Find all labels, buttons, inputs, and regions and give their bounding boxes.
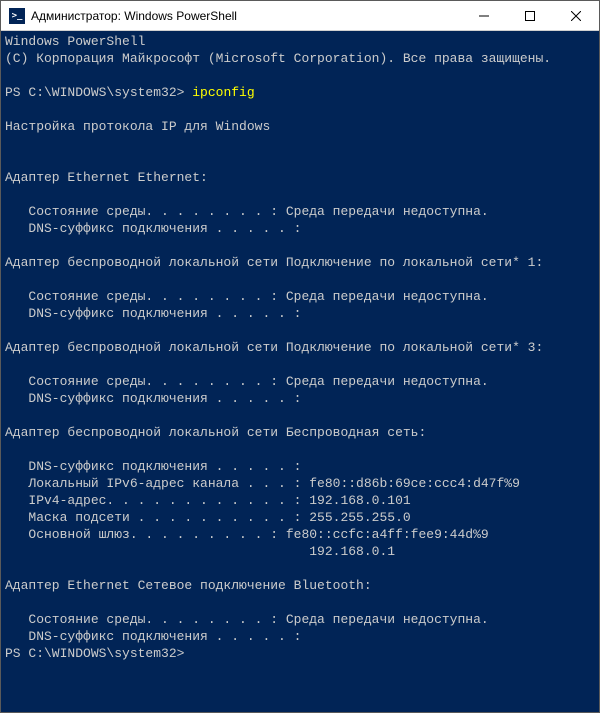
adapter-row: DNS-суффикс подключения . . . . . : — [5, 458, 595, 475]
maximize-button[interactable] — [507, 1, 553, 30]
blank-line — [5, 322, 595, 339]
powershell-window: >_ Администратор: Windows PowerShell Win… — [0, 0, 600, 713]
blank-line — [5, 594, 595, 611]
blank-line — [5, 560, 595, 577]
adapter-header: Адаптер беспроводной локальной сети Подк… — [5, 254, 595, 271]
adapter-row: DNS-суффикс подключения . . . . . : — [5, 220, 595, 237]
close-button[interactable] — [553, 1, 599, 30]
adapter-header: Адаптер беспроводной локальной сети Бесп… — [5, 424, 595, 441]
window-title: Администратор: Windows PowerShell — [31, 9, 461, 23]
terminal-output[interactable]: Windows PowerShell(С) Корпорация Майкрос… — [1, 31, 599, 712]
titlebar[interactable]: >_ Администратор: Windows PowerShell — [1, 1, 599, 31]
adapter-row: Состояние среды. . . . . . . . : Среда п… — [5, 203, 595, 220]
prompt: PS C:\WINDOWS\system32> — [5, 85, 192, 100]
command-text: ipconfig — [192, 85, 254, 100]
final-prompt: PS C:\WINDOWS\system32> — [5, 645, 595, 662]
minimize-icon — [479, 11, 489, 21]
blank-line — [5, 186, 595, 203]
blank-line — [5, 67, 595, 84]
blank-line — [5, 271, 595, 288]
adapter-header: Адаптер Ethernet Ethernet: — [5, 169, 595, 186]
maximize-icon — [525, 11, 535, 21]
powershell-icon: >_ — [9, 8, 25, 24]
blank-line — [5, 152, 595, 169]
ipconfig-title: Настройка протокола IP для Windows — [5, 118, 595, 135]
ps-header: Windows PowerShell — [5, 33, 595, 50]
adapter-row: Состояние среды. . . . . . . . : Среда п… — [5, 611, 595, 628]
close-icon — [571, 11, 581, 21]
minimize-button[interactable] — [461, 1, 507, 30]
adapter-row: DNS-суффикс подключения . . . . . : — [5, 390, 595, 407]
adapter-row: Основной шлюз. . . . . . . . . : fe80::c… — [5, 526, 595, 543]
adapter-header: Адаптер беспроводной локальной сети Подк… — [5, 339, 595, 356]
blank-line — [5, 237, 595, 254]
blank-line — [5, 356, 595, 373]
prompt: PS C:\WINDOWS\system32> — [5, 646, 184, 661]
prompt-line: PS C:\WINDOWS\system32> ipconfig — [5, 84, 595, 101]
adapter-row: Локальный IPv6-адрес канала . . . : fe80… — [5, 475, 595, 492]
blank-line — [5, 135, 595, 152]
adapter-header: Адаптер Ethernet Сетевое подключение Blu… — [5, 577, 595, 594]
adapter-row: Маска подсети . . . . . . . . . . : 255.… — [5, 509, 595, 526]
adapter-row: DNS-суффикс подключения . . . . . : — [5, 628, 595, 645]
adapter-row: IPv4-адрес. . . . . . . . . . . . : 192.… — [5, 492, 595, 509]
blank-line — [5, 407, 595, 424]
adapter-row: Состояние среды. . . . . . . . : Среда п… — [5, 373, 595, 390]
adapter-row: DNS-суффикс подключения . . . . . : — [5, 305, 595, 322]
blank-line — [5, 101, 595, 118]
blank-line — [5, 441, 595, 458]
window-controls — [461, 1, 599, 30]
adapter-row: 192.168.0.1 — [5, 543, 595, 560]
ps-copyright: (С) Корпорация Майкрософт (Microsoft Cor… — [5, 50, 595, 67]
adapter-row: Состояние среды. . . . . . . . : Среда п… — [5, 288, 595, 305]
